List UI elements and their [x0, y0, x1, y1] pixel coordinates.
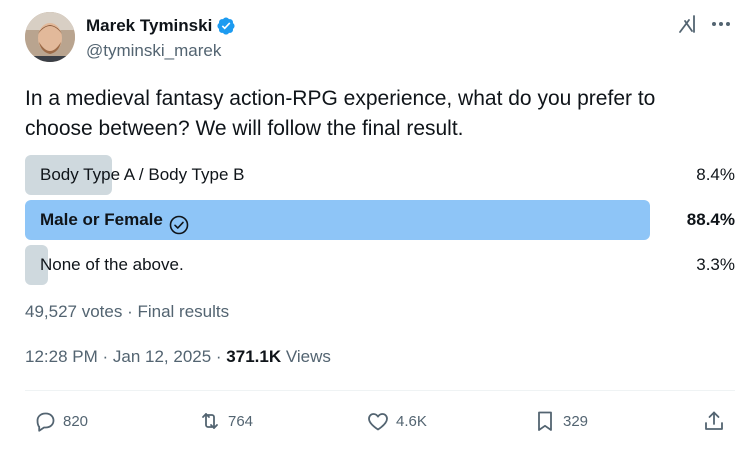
repost-count: 764	[228, 412, 254, 430]
timestamp-time[interactable]: 12:28 PM	[25, 347, 98, 366]
poll: Body Type A / Body Type B 8.4% Male or F…	[25, 155, 735, 290]
reply-icon	[36, 412, 55, 432]
poll-option: Body Type A / Body Type B 8.4%	[25, 155, 735, 195]
repost-button[interactable]: 764	[198, 405, 253, 437]
separator: ·	[97, 347, 113, 366]
handle[interactable]: @tyminski_marek	[86, 41, 221, 61]
repost-icon	[202, 413, 218, 429]
bookmark-count: 329	[563, 412, 589, 430]
poll-option: None of the above. 3.3%	[25, 245, 735, 285]
name-row: Marek Tyminski	[86, 16, 236, 36]
bookmark-button[interactable]: 329	[533, 405, 588, 437]
timestamp-date[interactable]: Jan 12, 2025	[113, 347, 211, 366]
check-circle-icon	[169, 210, 189, 235]
poll-option-percent: 8.4%	[696, 165, 735, 184]
poll-option-label-wrap: Male or Female	[40, 200, 189, 240]
timestamp-row: 12:28 PM · Jan 12, 2025 · 371.1K Views	[25, 347, 331, 367]
poll-votes: 49,527 votes	[25, 302, 123, 321]
action-bar: 820 764 4.6K 329	[25, 405, 735, 437]
divider	[25, 390, 735, 391]
avatar[interactable]	[25, 12, 75, 62]
views-count[interactable]: 371.1K	[226, 347, 281, 366]
display-name[interactable]: Marek Tyminski	[86, 16, 212, 36]
verified-badge-icon	[216, 16, 236, 36]
bookmark-icon	[538, 411, 552, 431]
poll-meta: 49,527 votes · Final results	[25, 302, 229, 322]
poll-option-label: Male or Female	[40, 210, 163, 229]
views-label: Views	[285, 347, 331, 366]
like-count: 4.6K	[396, 412, 427, 430]
tweet-header: Marek Tyminski @tyminski_marek	[25, 12, 735, 64]
reply-button[interactable]: 820	[33, 405, 88, 437]
poll-option-winner: Male or Female 88.4%	[25, 200, 735, 240]
poll-option-label: None of the above.	[40, 255, 184, 274]
poll-option-label: Body Type A / Body Type B	[40, 165, 245, 184]
tweet-text: In a medieval fantasy action-RPG experie…	[25, 87, 656, 140]
poll-option-percent: 3.3%	[696, 255, 735, 274]
grok-icon[interactable]	[676, 12, 700, 36]
share-icon	[705, 411, 723, 430]
separator: ·	[122, 302, 138, 321]
heart-icon	[368, 413, 388, 431]
poll-status: Final results	[137, 302, 230, 321]
reply-count: 820	[63, 412, 89, 430]
separator: ·	[211, 347, 227, 366]
more-icon[interactable]	[709, 12, 733, 36]
poll-option-percent: 88.4%	[686, 210, 735, 229]
like-button[interactable]: 4.6K	[366, 405, 427, 437]
share-button[interactable]	[702, 405, 726, 437]
